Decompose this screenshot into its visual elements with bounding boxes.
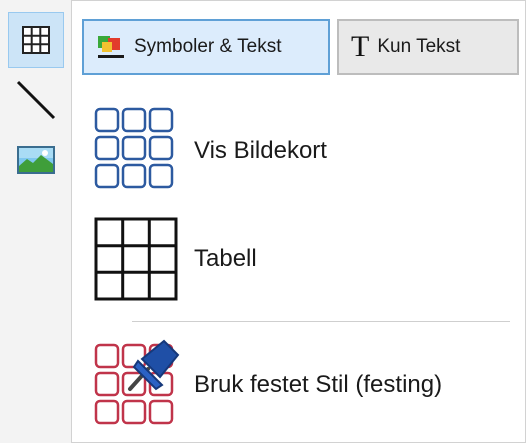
line-tool-button[interactable] [8,72,64,128]
text-only-label: Kun Tekst [377,36,461,57]
options-separator [132,321,510,322]
side-toolbar [0,0,72,443]
table-option[interactable]: Tabell [72,213,526,305]
table-grid-icon [22,26,50,54]
show-picture-cards-label: Vis Bildekort [194,137,327,164]
line-icon [16,80,56,120]
image-icon [17,146,55,174]
symbols-and-text-label: Symboler & Tekst [134,36,282,57]
text-only-button[interactable]: T Kun Tekst [337,19,519,75]
symbols-and-text-button[interactable]: Symboler & Tekst [82,19,330,75]
use-pinned-style-label: Bruk festet Stil (festing) [194,371,443,398]
text-t-icon: T [351,30,370,63]
show-picture-cards-option[interactable]: Vis Bildekort [72,101,526,201]
pinned-style-icon [90,331,190,439]
table-tool-button[interactable] [8,12,64,68]
layout-options-panel: Symboler & Tekst T Kun Tekst Vis Bildeko… [72,0,526,443]
use-pinned-style-option[interactable]: Bruk festet Stil (festing) [72,331,526,439]
table-icon [90,213,190,305]
picture-cards-icon [90,101,190,201]
table-label: Tabell [194,245,257,272]
image-tool-button[interactable] [8,132,64,188]
symbol-picture-icon [96,34,126,60]
